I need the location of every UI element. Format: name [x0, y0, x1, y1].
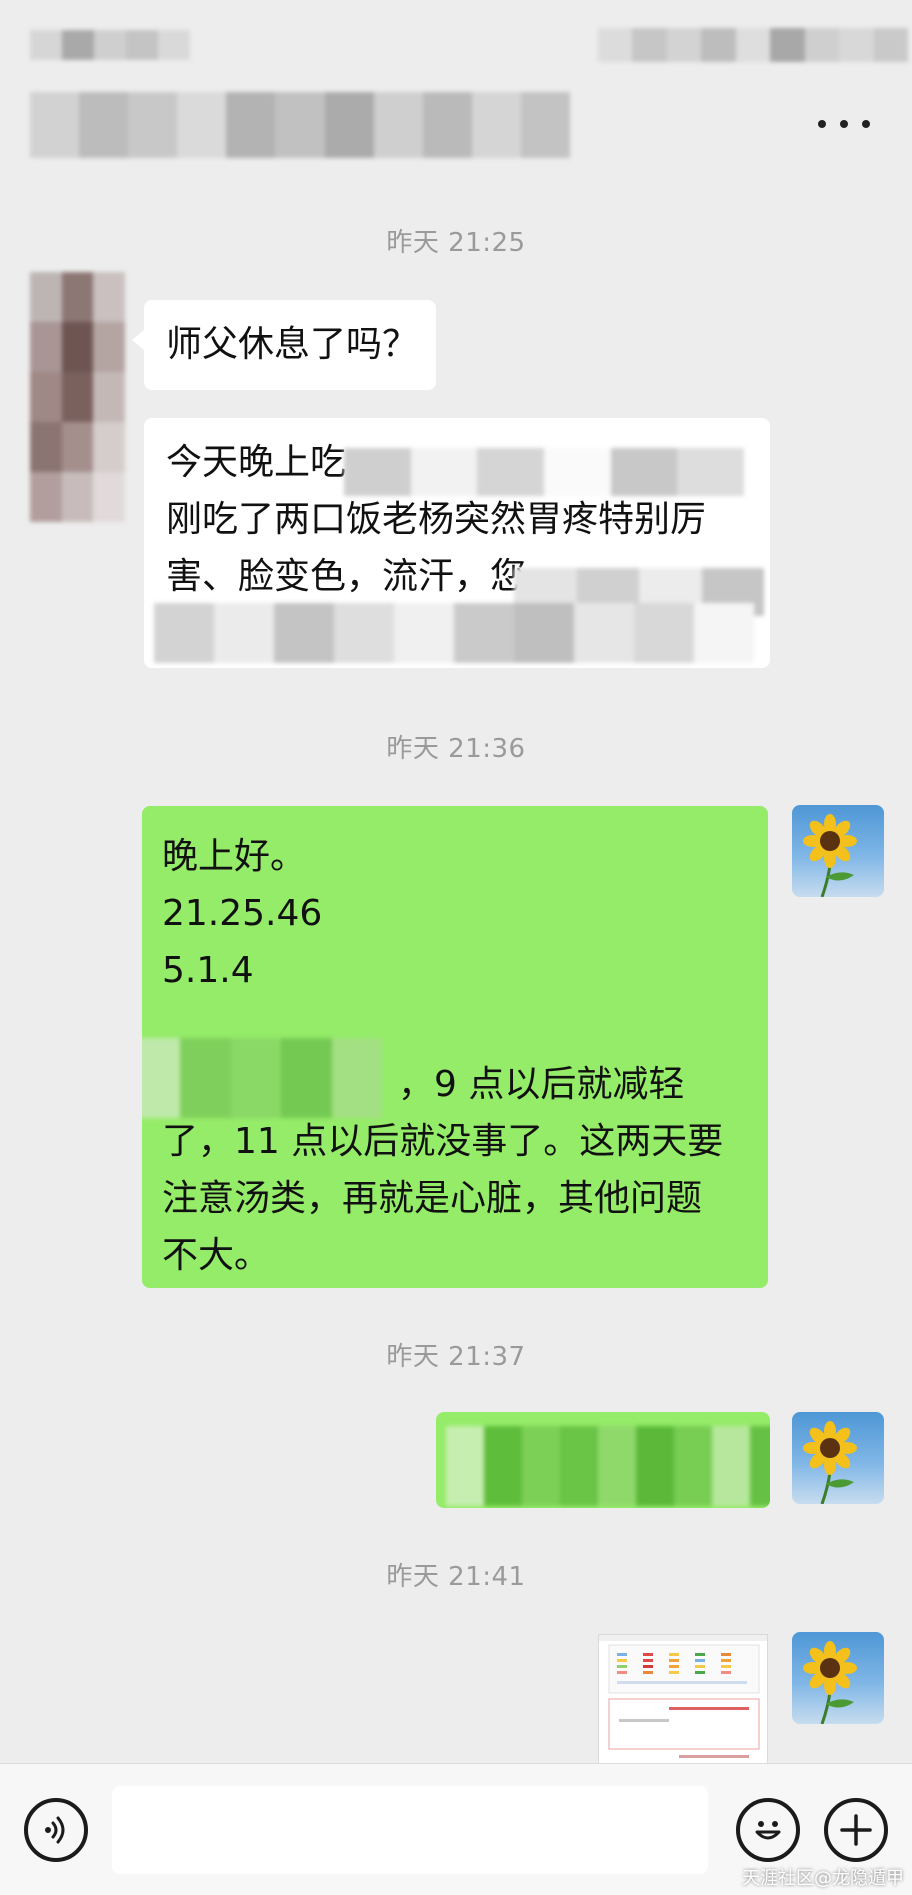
more-options-button[interactable]	[818, 104, 870, 144]
emoji-icon	[755, 1821, 781, 1840]
obscured-text	[446, 1426, 770, 1506]
message-text: 不大。	[162, 1235, 271, 1276]
message-text: 师父休息了吗？	[166, 324, 419, 365]
obscured-text	[154, 603, 754, 663]
message-timestamp: 昨天 21:41	[386, 1562, 526, 1592]
message-text: 刚吃了两口饭老杨突然胃疼特别厉	[166, 499, 707, 540]
screenshot-thumbnail-icon	[599, 1635, 767, 1758]
obscured-text	[344, 448, 744, 496]
emoji-button[interactable]	[736, 1798, 800, 1862]
watermark: 天涯社区@龙隐遁甲	[742, 1868, 904, 1889]
status-bar	[0, 0, 912, 80]
sunflower-icon	[803, 814, 857, 897]
incoming-message-bubble[interactable]: 师父休息了吗？	[132, 300, 436, 390]
voice-input-icon	[45, 1816, 65, 1844]
message-text: 注意汤类，再就是心脏，其他问题	[162, 1178, 703, 1219]
message-timestamp: 昨天 21:25	[386, 228, 526, 258]
sunflower-icon	[803, 1641, 857, 1724]
sunflower-icon	[803, 1421, 857, 1504]
my-avatar[interactable]	[792, 1412, 884, 1504]
incoming-message-bubble[interactable]: 今天晚上吃 刚吃了两口饭老杨突然胃疼特别厉 害、脸变色，流汗，您	[144, 418, 770, 668]
status-right-obscured	[598, 28, 908, 62]
message-text: 了，11 点以后就没事了。这两天要	[162, 1121, 724, 1162]
outgoing-message-bubble[interactable]	[436, 1412, 770, 1508]
contact-avatar[interactable]	[30, 272, 125, 522]
plus-icon	[840, 1814, 872, 1846]
message-timestamp: 昨天 21:36	[386, 734, 526, 764]
more-horizontal-icon	[818, 120, 826, 128]
message-text: 5.1.4	[162, 950, 254, 991]
outgoing-message-bubble[interactable]: 晚上好。 21.25.46 5.1.4 ，9 点以后就减轻 了，11 点以后就没…	[142, 806, 768, 1288]
more-functions-button[interactable]	[824, 1798, 888, 1862]
voice-toggle-button[interactable]	[24, 1798, 88, 1862]
status-left-obscured	[30, 30, 190, 60]
image-message-thumbnail[interactable]	[598, 1634, 768, 1767]
message-text-input[interactable]	[112, 1786, 708, 1874]
message-text: 晚上好。	[162, 836, 307, 877]
my-avatar[interactable]	[792, 1632, 884, 1724]
message-text: 21.25.46	[162, 893, 323, 934]
chat-title-obscured	[30, 92, 570, 158]
obscured-text	[142, 1038, 382, 1118]
message-timestamp: 昨天 21:37	[386, 1342, 526, 1372]
my-avatar[interactable]	[792, 805, 884, 897]
chat-title-bar	[0, 80, 912, 180]
